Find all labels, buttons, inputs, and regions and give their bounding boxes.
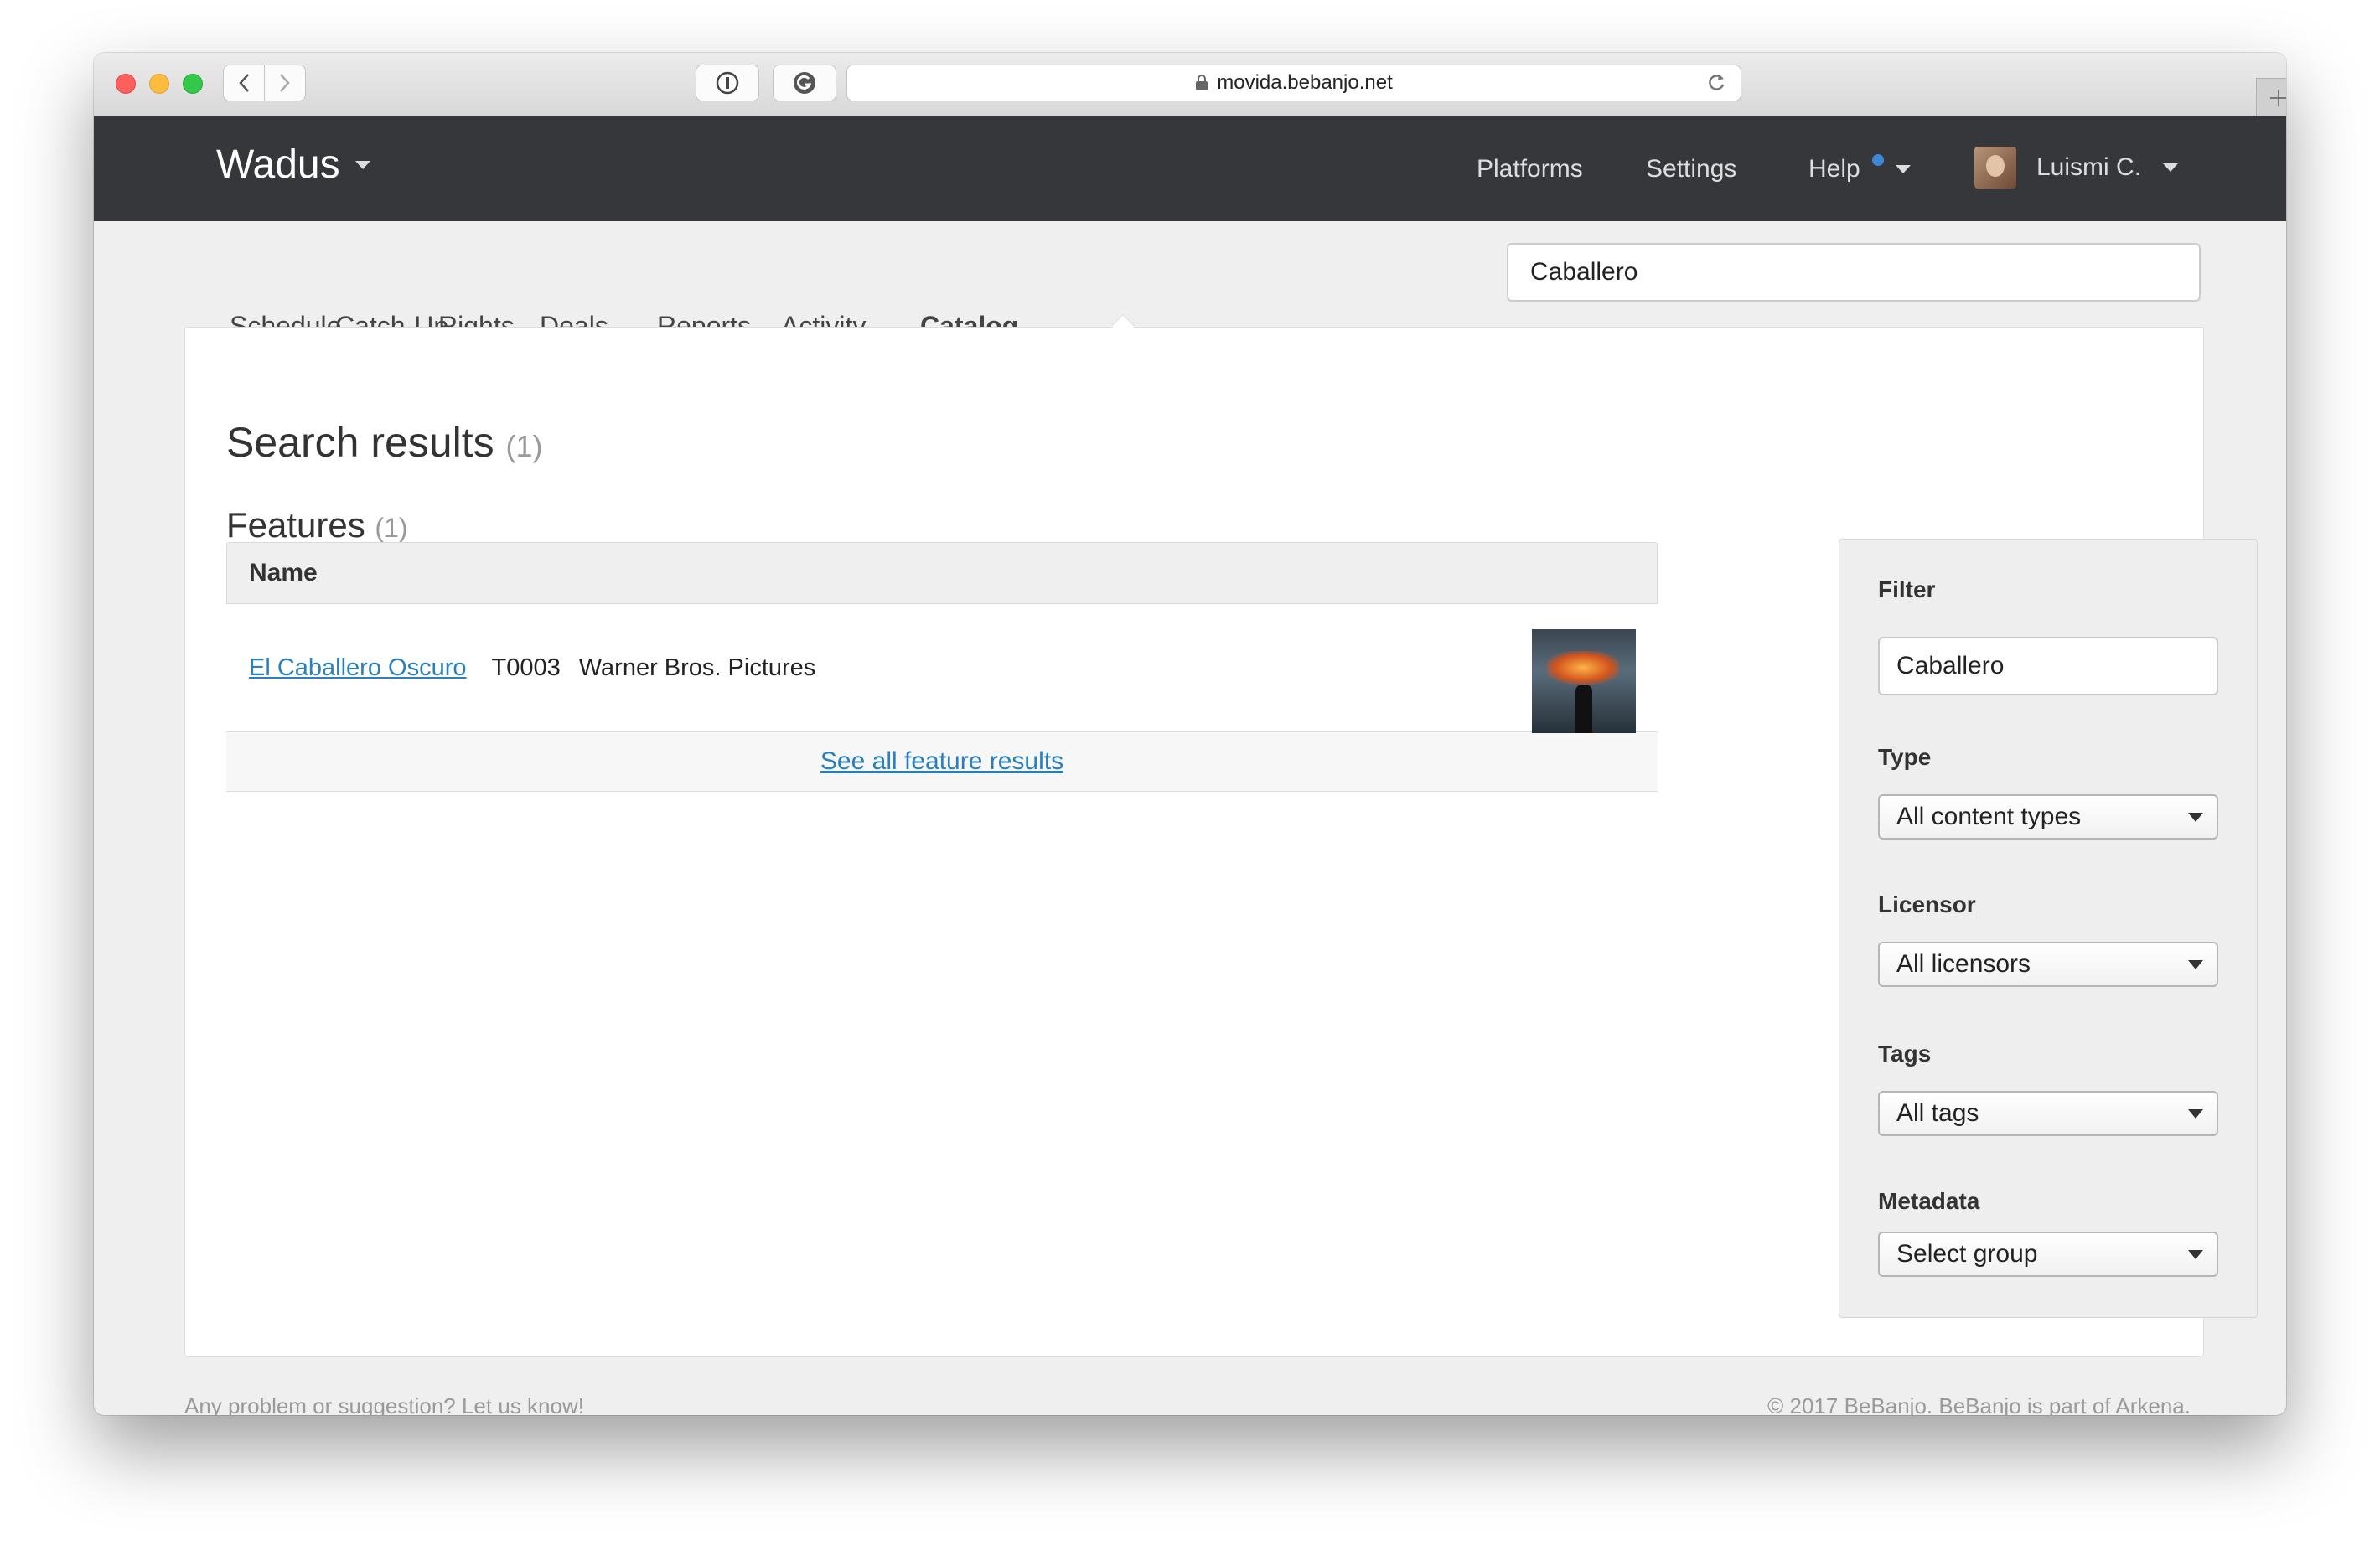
url-text: movida.bebanjo.net [1217,71,1393,94]
chevron-down-icon [2163,163,2179,172]
password-manager-icon [716,71,739,95]
page-title: Search results (1) [226,418,543,467]
licensor-select-value: All licensors [1896,950,2031,978]
forward-button[interactable] [264,65,306,101]
poster-fire [1547,651,1619,685]
user-name: Luismi C. [2036,153,2142,181]
metadata-label: Metadata [1878,1188,1980,1214]
brand-name: Wadus [216,142,340,187]
nav-settings[interactable]: Settings [1646,155,1736,183]
close-window-button[interactable] [116,74,136,94]
zoom-window-button[interactable] [183,74,203,94]
feature-title-link[interactable]: El Caballero Oscuro [249,654,467,682]
page-title-count: (1) [505,429,543,463]
user-menu[interactable]: Luismi C. [1974,147,2179,189]
nav-help-label: Help [1808,155,1860,183]
browser-titlebar: movida.bebanjo.net [94,53,2286,116]
password-manager-button[interactable] [696,65,759,101]
chevron-right-icon [280,74,290,92]
tags-select[interactable]: All tags [1878,1091,2218,1136]
reload-icon[interactable] [1704,70,1729,96]
features-table: Name El Caballero Oscuro T0003 Warner Br… [226,542,1658,792]
app-header: Wadus Platforms Settings Help Luismi C. [94,116,2286,221]
chevron-down-icon [2188,813,2203,822]
table-row: El Caballero Oscuro T0003 Warner Bros. P… [226,604,1658,733]
browser-window: movida.bebanjo.net Wadus Platforms Setti… [94,53,2286,1415]
avatar [1974,147,2016,189]
new-tab-button[interactable] [2256,78,2286,116]
global-search-input[interactable]: Caballero [1507,243,2201,302]
see-all-feature-results-link[interactable]: See all feature results [820,747,1063,776]
type-select-value: All content types [1896,803,2082,830]
metadata-select[interactable]: Select group [1878,1232,2218,1277]
chevron-left-icon [239,74,249,92]
chevron-down-icon [1895,165,1911,173]
poster-figure [1575,685,1592,733]
table-header: Name [226,542,1658,604]
copyright-text: © 2017 BeBanjo. BeBanjo is part of Arken… [1767,1393,2191,1415]
nav-platforms[interactable]: Platforms [1477,155,1583,183]
grammarly-button[interactable] [773,65,836,101]
type-select[interactable]: All content types [1878,794,2218,840]
feature-poster-thumbnail[interactable] [1532,629,1636,733]
tags-label: Tags [1878,1041,1932,1067]
chevron-down-icon [2188,960,2203,969]
filter-label: Filter [1878,576,1936,602]
feature-studio: Warner Bros. Pictures [578,654,816,681]
back-button[interactable] [223,65,265,101]
column-header-name: Name [249,559,318,586]
feedback-link[interactable]: Any problem or suggestion? Let us know! [184,1393,584,1415]
brand-menu[interactable]: Wadus [216,142,370,188]
licensor-select[interactable]: All licensors [1878,942,2218,987]
feature-code: T0003 [491,654,561,681]
table-footer: See all feature results [226,731,1658,792]
notification-dot-icon [1871,154,1884,166]
chevron-down-icon [354,160,370,169]
plus-icon [2269,89,2286,106]
filter-input[interactable]: Caballero [1878,637,2218,695]
section-title-count: (1) [375,513,408,543]
tags-select-value: All tags [1896,1099,1979,1127]
minimize-window-button[interactable] [149,74,169,94]
section-title-text: Features [226,505,365,545]
lock-icon [1196,75,1208,90]
nav-help[interactable]: Help [1808,154,1911,183]
chevron-down-icon [2188,1250,2203,1259]
metadata-select-value: Select group [1896,1240,2038,1268]
type-label: Type [1878,744,1932,770]
page-title-text: Search results [226,419,494,466]
licensor-label: Licensor [1878,891,1976,917]
grammarly-icon [794,72,815,94]
section-title: Features (1) [226,505,408,545]
address-bar[interactable]: movida.bebanjo.net [846,65,1741,101]
filter-panel: Filter Caballero Type All content types … [1839,539,2258,1318]
chevron-down-icon [2188,1109,2203,1119]
